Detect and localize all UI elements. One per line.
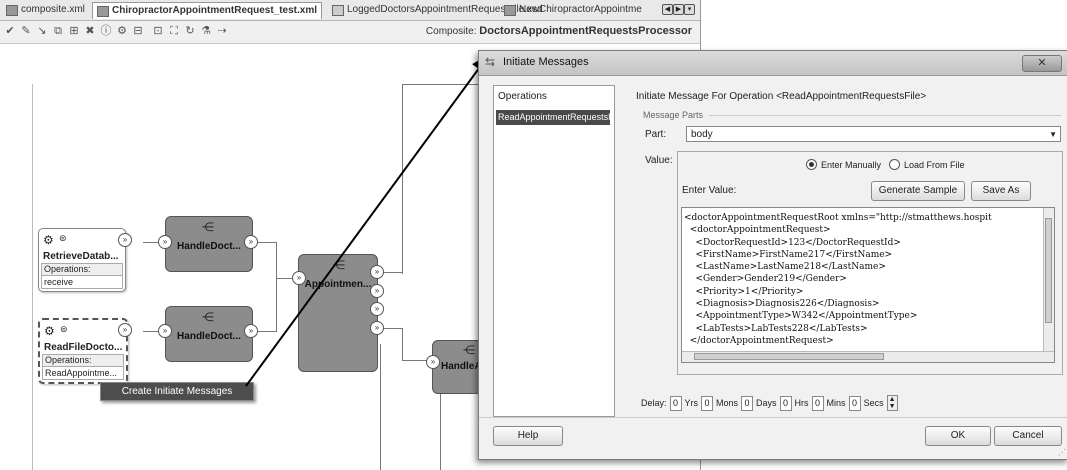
delay-unit: Mins <box>826 398 846 408</box>
resize-grip-icon[interactable]: ⋰ <box>1058 448 1066 457</box>
delay-unit: Secs <box>863 398 884 408</box>
delay-months-input[interactable]: 0 <box>701 395 714 411</box>
delay-label: Delay: <box>641 398 667 408</box>
chevron-down-icon: ▼ <box>1049 130 1057 139</box>
xml-content: <doctorAppointmentRequestRoot xmlns="htt… <box>684 212 992 347</box>
xml-line: <Diagnosis>Diagnosis226</Diagnosis> <box>684 299 880 310</box>
delay-unit: Mons <box>716 398 739 408</box>
xml-line: <doctorAppointmentRequest> <box>684 225 831 236</box>
delay-days-input[interactable]: 0 <box>741 395 754 411</box>
ok-button[interactable]: OK <box>925 426 991 446</box>
radio-dot <box>889 159 900 170</box>
delay-unit: Yrs <box>684 398 699 408</box>
delay-minutes-input[interactable]: 0 <box>811 395 824 411</box>
value-label: Value: <box>645 155 673 166</box>
help-button[interactable]: Help <box>493 426 563 446</box>
divider <box>709 115 1061 116</box>
vertical-scrollbar[interactable] <box>1043 208 1054 351</box>
spinner-icon[interactable]: ▲ ▼ <box>886 395 898 411</box>
xml-line: </doctorAppointmentRequest> <box>684 335 834 346</box>
part-label: Part: <box>645 129 667 140</box>
cancel-button[interactable]: Cancel <box>994 426 1062 446</box>
scroll-thumb[interactable] <box>1045 218 1052 323</box>
xml-line: <DoctorRequestId>123</DoctorRequestId> <box>684 237 901 248</box>
delay-unit: Days <box>756 398 777 408</box>
operations-header: Operations <box>498 91 547 102</box>
radio-load-from-file[interactable]: Load From File <box>889 159 965 170</box>
xml-line: <Priority>1</Priority> <box>684 286 804 297</box>
operation-list-item[interactable]: ReadAppointmentRequestsFile <box>496 110 610 125</box>
dialog-title: Initiate Messages <box>503 56 589 68</box>
xml-editor[interactable]: <doctorAppointmentRequestRoot xmlns="htt… <box>681 207 1055 363</box>
generate-sample-button[interactable]: Generate Sample <box>871 181 965 201</box>
radio-dot <box>806 159 817 170</box>
xml-line: <Gender>Gender219</Gender> <box>684 274 847 285</box>
save-as-button[interactable]: Save As <box>971 181 1031 201</box>
radio-label: Enter Manually <box>821 159 882 170</box>
dialog-heading: Initiate Message For Operation <ReadAppo… <box>636 91 927 102</box>
operations-list: Operations ReadAppointmentRequestsFile <box>493 85 615 417</box>
delay-hours-input[interactable]: 0 <box>779 395 792 411</box>
scroll-thumb[interactable] <box>694 353 884 360</box>
dialog-app-icon: ⇆ <box>485 55 496 69</box>
delay-years-input[interactable]: 0 <box>669 395 682 411</box>
radio-enter-manually[interactable]: Enter Manually <box>806 159 881 170</box>
horizontal-scrollbar[interactable] <box>682 351 1054 362</box>
xml-line: <doctorAppointmentRequestRoot xmlns="htt… <box>684 213 992 223</box>
radio-label: Load From File <box>904 159 965 170</box>
close-icon[interactable]: ✕ <box>1022 55 1062 72</box>
delay-row: Delay: 0 Yrs 0 Mons 0 Days 0 Hrs 0 Mins … <box>641 395 898 411</box>
divider <box>479 417 1067 418</box>
xml-line: <LabTests>LabTests228</LabTests> <box>684 323 868 334</box>
initiate-messages-dialog: ⇆ Initiate Messages ✕ Operations ReadApp… <box>478 50 1067 460</box>
xml-line: <AppointmentType>W342</AppointmentType> <box>684 311 918 322</box>
part-select[interactable]: body ▼ <box>686 126 1061 142</box>
message-parts-label: Message Parts <box>643 110 704 120</box>
part-select-value: body <box>691 129 713 140</box>
delay-unit: Hrs <box>794 398 809 408</box>
xml-line: <FirstName>FirstName217</FirstName> <box>684 249 893 260</box>
delay-seconds-input[interactable]: 0 <box>848 395 861 411</box>
dialog-title-bar[interactable]: ⇆ Initiate Messages ✕ <box>479 51 1067 76</box>
enter-value-label: Enter Value: <box>682 185 737 196</box>
xml-line: <LastName>LastName218</LastName> <box>684 262 886 273</box>
